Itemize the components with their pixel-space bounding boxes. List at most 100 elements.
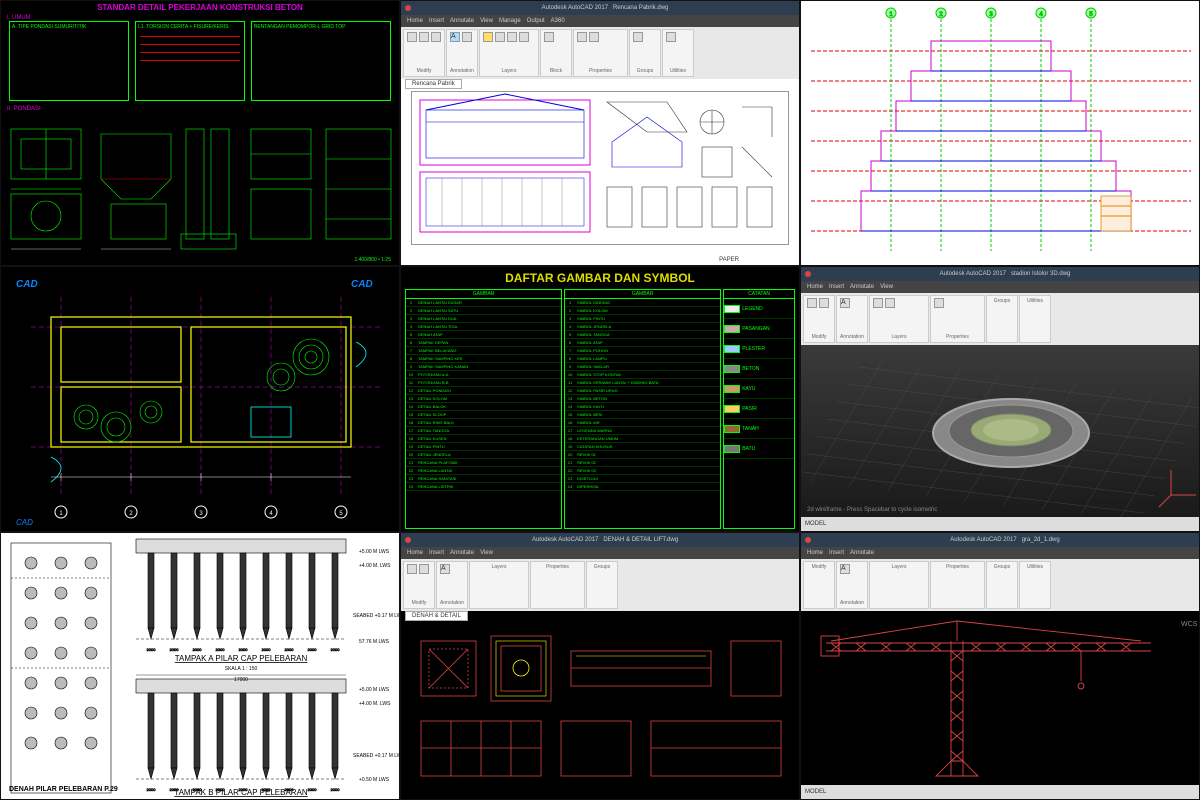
prop-icon[interactable]	[934, 298, 944, 308]
ribbon-tabs[interactable]: Home Insert Annotate View	[801, 281, 1199, 293]
section-drawing: 1 2 3 4 5	[801, 1, 1200, 266]
layer-icon[interactable]	[483, 32, 493, 42]
col-drawings: GAMBAR 1DENAH LANTAI DASAR2DENAH LANTAI …	[405, 289, 562, 529]
tab-insert[interactable]: Insert	[429, 18, 444, 24]
tab-view[interactable]: View	[480, 18, 493, 24]
panel-utilities[interactable]: Utilities	[1019, 295, 1051, 343]
stadium-3d	[801, 345, 1199, 517]
text-icon[interactable]: A	[450, 32, 460, 42]
tab-annotate[interactable]: Annotate	[850, 550, 874, 556]
tab-a360[interactable]: A360	[551, 18, 565, 24]
panel-properties[interactable]: Properties	[930, 561, 985, 609]
tool-icon[interactable]	[431, 32, 441, 42]
tab-insert[interactable]: Insert	[829, 284, 844, 290]
model-space[interactable]: 2d wireframe - Press Spacebar to cycle i…	[801, 345, 1199, 517]
panel-groups[interactable]: Groups	[986, 561, 1018, 609]
tab-annotate[interactable]: Annotate	[850, 284, 874, 290]
ribbon-panels: Modify AAnnotation Layers Properties Gro…	[801, 559, 1199, 611]
panel-properties[interactable]: Properties	[530, 561, 585, 609]
tool-icon[interactable]	[407, 564, 417, 574]
ribbon-tabs[interactable]: Home Insert Annotate View Manage Output …	[401, 15, 799, 27]
layer-icon[interactable]	[519, 32, 529, 42]
panel-layers[interactable]: Layers	[479, 29, 539, 77]
tab-home[interactable]: Home	[807, 550, 823, 556]
space-label[interactable]: MODEL	[805, 789, 826, 795]
prop-icon[interactable]	[577, 32, 587, 42]
list-item: 8TAMPAK SAMPING KIRI	[406, 355, 561, 363]
panel-modify[interactable]: Modify	[803, 561, 835, 609]
tab-annotate[interactable]: Annotate	[450, 18, 474, 24]
panel-modify[interactable]: Modify	[403, 29, 445, 77]
tab-home[interactable]: Home	[407, 550, 423, 556]
layer-icon[interactable]	[873, 298, 883, 308]
status-bar: MODEL	[801, 517, 1199, 531]
panel-layers[interactable]: Layers	[869, 295, 929, 343]
tile-building-section: 1 2 3 4 5	[800, 0, 1200, 266]
panel-properties[interactable]: Properties	[573, 29, 628, 77]
svg-text:1: 1	[59, 511, 63, 517]
panel-annotation[interactable]: AAnnotation	[836, 561, 868, 609]
panel-utilities[interactable]: Utilities	[1019, 561, 1051, 609]
tab-insert[interactable]: Insert	[829, 550, 844, 556]
drawing-tab[interactable]: Rencana Pabrik	[405, 79, 462, 89]
tab-home[interactable]: Home	[807, 284, 823, 290]
text-icon[interactable]: A	[440, 564, 450, 574]
list-item: 5DENAH ATAP	[406, 331, 561, 339]
list-item: 23RENCANA SANITASI	[406, 475, 561, 483]
drawing-tab[interactable]: DENAH & DETAIL	[405, 611, 468, 621]
ribbon: Autodesk AutoCAD 2017 gra_2d_1.dwg Home …	[801, 533, 1199, 611]
tab-view[interactable]: View	[480, 550, 493, 556]
space-label[interactable]: MODEL	[805, 521, 826, 527]
panel-groups[interactable]: Groups	[629, 29, 661, 77]
window-title: Autodesk AutoCAD 2017 gra_2d_1.dwg	[815, 537, 1195, 543]
list-item: 12DETAIL PONDASI	[406, 387, 561, 395]
tab-manage[interactable]: Manage	[499, 18, 521, 24]
layer-icon[interactable]	[885, 298, 895, 308]
panel-groups[interactable]: Groups	[986, 295, 1018, 343]
layer-icon[interactable]	[495, 32, 505, 42]
tool-icon[interactable]	[819, 298, 829, 308]
text-icon[interactable]: A	[840, 298, 850, 308]
list-item: 21RENCANA PLAFOND	[406, 459, 561, 467]
tab-insert[interactable]: Insert	[429, 550, 444, 556]
legend-swatch: PLESTER	[724, 339, 794, 359]
panel-groups[interactable]: Groups	[586, 561, 618, 609]
tool-icon[interactable]	[419, 32, 429, 42]
block-icon[interactable]	[544, 32, 554, 42]
legend-swatch: BETON	[724, 359, 794, 379]
text-icon[interactable]: A	[840, 564, 850, 574]
panel-annotation[interactable]: AAnnotation	[446, 29, 478, 77]
window-title: Autodesk AutoCAD 2017 stadion Istolor 3D…	[815, 271, 1195, 277]
model-space[interactable]: WCS	[801, 611, 1199, 785]
panel-modify[interactable]: Modify	[403, 561, 435, 609]
panel-properties[interactable]: Properties	[930, 295, 985, 343]
paper-space[interactable]	[411, 91, 789, 245]
panel-block[interactable]: Block	[540, 29, 572, 77]
tab-output[interactable]: Output	[527, 18, 545, 24]
tab-view[interactable]: View	[880, 284, 893, 290]
group-icon[interactable]	[633, 32, 643, 42]
panel-layers[interactable]: Layers	[869, 561, 929, 609]
util-icon[interactable]	[666, 32, 676, 42]
layer-icon[interactable]	[507, 32, 517, 42]
dim-icon[interactable]	[462, 32, 472, 42]
tool-icon[interactable]	[407, 32, 417, 42]
app-icon	[405, 5, 411, 11]
panel-modify[interactable]: Modify	[803, 295, 835, 343]
model-space[interactable]	[401, 611, 799, 799]
list-item: 1DENAH LANTAI DASAR	[406, 299, 561, 307]
panel-layers[interactable]: Layers	[469, 561, 529, 609]
tool-icon[interactable]	[419, 564, 429, 574]
tool-icon[interactable]	[807, 298, 817, 308]
tab-annotate[interactable]: Annotate	[450, 550, 474, 556]
legend-swatch: PASIR	[724, 399, 794, 419]
match-icon[interactable]	[589, 32, 599, 42]
ribbon-tabs[interactable]: Home Insert Annotate	[801, 547, 1199, 559]
red-line	[140, 60, 240, 61]
panel-utilities[interactable]: Utilities	[662, 29, 694, 77]
panel-annotation[interactable]: AAnnotation	[836, 295, 868, 343]
ribbon-tabs[interactable]: Home Insert Annotate View	[401, 547, 799, 559]
panel-annotation[interactable]: AAnnotation	[436, 561, 468, 609]
tab-home[interactable]: Home	[407, 18, 423, 24]
view-a-title: TAMPAK A PILAR CAP PELEBARAN	[175, 654, 308, 663]
